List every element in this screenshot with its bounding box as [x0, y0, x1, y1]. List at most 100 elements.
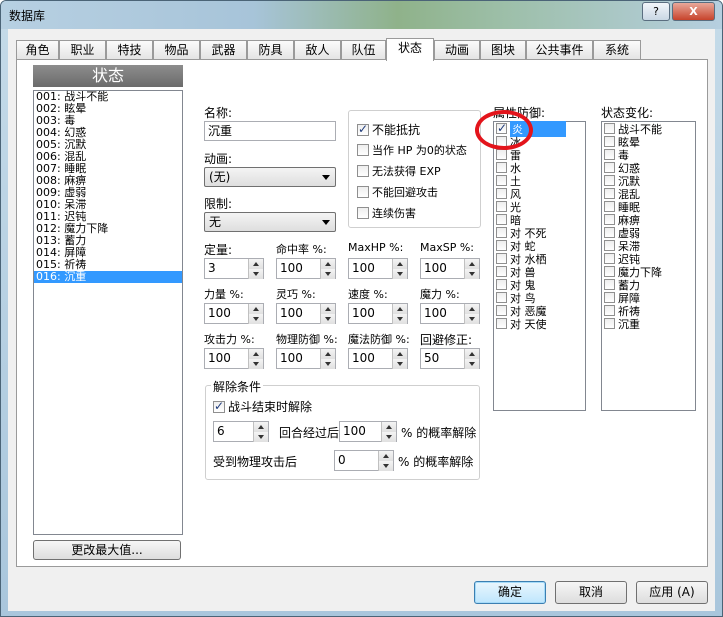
spin-up-icon[interactable]	[320, 259, 335, 269]
spin-up-icon[interactable]	[248, 349, 263, 359]
tab-2[interactable]: 职业	[59, 40, 106, 60]
state-change-item[interactable]: 虚弱	[602, 226, 695, 240]
element-defense-list[interactable]: 炎冰雷水土风光暗对 不死对 蛇对 水栖对 兽对 鬼对 鸟对 恶魔对 天使	[493, 120, 586, 411]
field-spinner[interactable]: 100	[276, 303, 336, 324]
state-change-item[interactable]: 眩晕	[602, 135, 695, 149]
tab-5[interactable]: 武器	[200, 40, 247, 60]
spin-up-icon[interactable]	[464, 304, 479, 314]
spin-down-icon[interactable]	[464, 269, 479, 279]
spin-up-icon[interactable]	[392, 259, 407, 269]
phys-prob-spinner[interactable]: 0	[334, 450, 394, 471]
element-item[interactable]: 风	[494, 187, 585, 201]
field-spinner[interactable]: 100	[420, 258, 480, 279]
option-checkbox[interactable]: 当作 HP 为0的状态	[357, 142, 467, 158]
spin-down-icon[interactable]	[320, 314, 335, 324]
tab-4[interactable]: 物品	[153, 40, 200, 60]
element-item[interactable]: 对 鬼	[494, 278, 585, 292]
state-change-list[interactable]: 战斗不能 眩晕毒幻惑 沉默 混乱 睡眠 麻痹 虚弱 呆滞 迟钝 魔力下降 蓄力 屏障 祈祷 沉重	[601, 121, 696, 411]
spin-up-icon[interactable]	[320, 349, 335, 359]
spin-down-icon[interactable]	[392, 314, 407, 324]
state-change-item[interactable]: 幻惑	[602, 161, 695, 175]
turns-spinner[interactable]: 6	[213, 421, 269, 442]
state-change-item[interactable]: 睡眠	[602, 200, 695, 214]
tab-3[interactable]: 特技	[106, 40, 153, 60]
tab-6[interactable]: 防具	[247, 40, 294, 60]
apply-button[interactable]: 应用 (A)	[636, 581, 708, 604]
state-change-item[interactable]: 沉默	[602, 174, 695, 188]
spin-down-icon[interactable]	[392, 359, 407, 369]
element-item[interactable]: 雷	[494, 148, 585, 162]
spin-down-icon[interactable]	[248, 359, 263, 369]
option-checkbox[interactable]: 连续伤害	[357, 205, 416, 221]
spin-up-icon[interactable]	[464, 259, 479, 269]
battle-end-checkbox[interactable]: 战斗结束时解除	[213, 398, 312, 415]
help-button[interactable]: ?	[642, 2, 670, 21]
option-checkbox[interactable]: 无法获得 EXP	[357, 163, 441, 179]
field-spinner[interactable]: 100	[420, 303, 480, 324]
element-item[interactable]: 光	[494, 200, 585, 214]
state-change-item[interactable]: 混乱	[602, 187, 695, 201]
option-checkbox[interactable]: 不能抵抗	[357, 121, 420, 138]
field-spinner[interactable]: 100	[348, 348, 408, 369]
tab-11[interactable]: 图块	[480, 40, 526, 60]
state-change-item[interactable]: 蓄力	[602, 278, 695, 292]
field-spinner[interactable]: 3	[204, 258, 264, 279]
spin-up-icon[interactable]	[378, 451, 393, 461]
state-change-item[interactable]: 屏障	[602, 291, 695, 305]
tab-10[interactable]: 动画	[434, 40, 480, 60]
spin-up-icon[interactable]	[253, 422, 268, 432]
field-spinner[interactable]: 100	[276, 348, 336, 369]
field-spinner[interactable]: 100	[348, 258, 408, 279]
state-change-item[interactable]: 麻痹	[602, 213, 695, 227]
state-change-item[interactable]: 沉重	[602, 317, 695, 331]
element-item[interactable]: 对 兽	[494, 265, 585, 279]
list-item[interactable]: 016: 沉重	[34, 271, 182, 283]
state-change-item[interactable]: 毒	[602, 148, 695, 162]
element-item[interactable]: 对 天使	[494, 317, 585, 331]
tab-1[interactable]: 角色	[16, 40, 59, 60]
spin-down-icon[interactable]	[248, 269, 263, 279]
spin-down-icon[interactable]	[381, 432, 396, 442]
field-spinner[interactable]: 100	[204, 348, 264, 369]
spin-up-icon[interactable]	[392, 304, 407, 314]
state-change-item[interactable]: 祈祷	[602, 304, 695, 318]
tab-12[interactable]: 公共事件	[526, 40, 593, 60]
field-spinner[interactable]: 100	[276, 258, 336, 279]
spin-up-icon[interactable]	[392, 349, 407, 359]
state-list[interactable]: 001: 战斗不能 002: 眩晕 003: 毒 004: 幻惑 005: 沉默 006:…	[33, 90, 183, 535]
change-max-button[interactable]: 更改最大值...	[33, 540, 181, 560]
spin-up-icon[interactable]	[248, 259, 263, 269]
tab-7[interactable]: 敌人	[294, 40, 341, 60]
state-change-item[interactable]: 战斗不能	[602, 122, 695, 136]
turns-prob-spinner[interactable]: 100	[339, 421, 397, 442]
tab-8[interactable]: 队伍	[341, 40, 386, 60]
cancel-button[interactable]: 取消	[555, 581, 627, 604]
spin-up-icon[interactable]	[464, 349, 479, 359]
spin-down-icon[interactable]	[378, 461, 393, 471]
name-input[interactable]: 沉重	[204, 121, 336, 141]
ok-button[interactable]: 确定	[474, 581, 546, 604]
title-bar[interactable]: 数据库 ? X	[1, 1, 722, 29]
state-change-item[interactable]: 魔力下降	[602, 265, 695, 279]
option-checkbox[interactable]: 不能回避攻击	[357, 184, 438, 200]
spin-down-icon[interactable]	[464, 314, 479, 324]
tab-13[interactable]: 系统	[593, 40, 641, 60]
spin-down-icon[interactable]	[320, 359, 335, 369]
close-button[interactable]: X	[672, 2, 715, 21]
spin-down-icon[interactable]	[464, 359, 479, 369]
element-item[interactable]: 对 不死	[494, 226, 585, 240]
field-spinner[interactable]: 100	[348, 303, 408, 324]
spin-down-icon[interactable]	[248, 314, 263, 324]
field-spinner[interactable]: 100	[204, 303, 264, 324]
spin-up-icon[interactable]	[248, 304, 263, 314]
element-item[interactable]: 水	[494, 161, 585, 175]
spin-up-icon[interactable]	[320, 304, 335, 314]
restriction-select[interactable]: 无	[204, 212, 336, 232]
field-spinner[interactable]: 50	[420, 348, 480, 369]
element-item[interactable]: 对 水栖	[494, 252, 585, 266]
spin-up-icon[interactable]	[381, 422, 396, 432]
spin-down-icon[interactable]	[392, 269, 407, 279]
element-item[interactable]: 土	[494, 174, 585, 188]
spin-down-icon[interactable]	[320, 269, 335, 279]
state-change-item[interactable]: 呆滞	[602, 239, 695, 253]
